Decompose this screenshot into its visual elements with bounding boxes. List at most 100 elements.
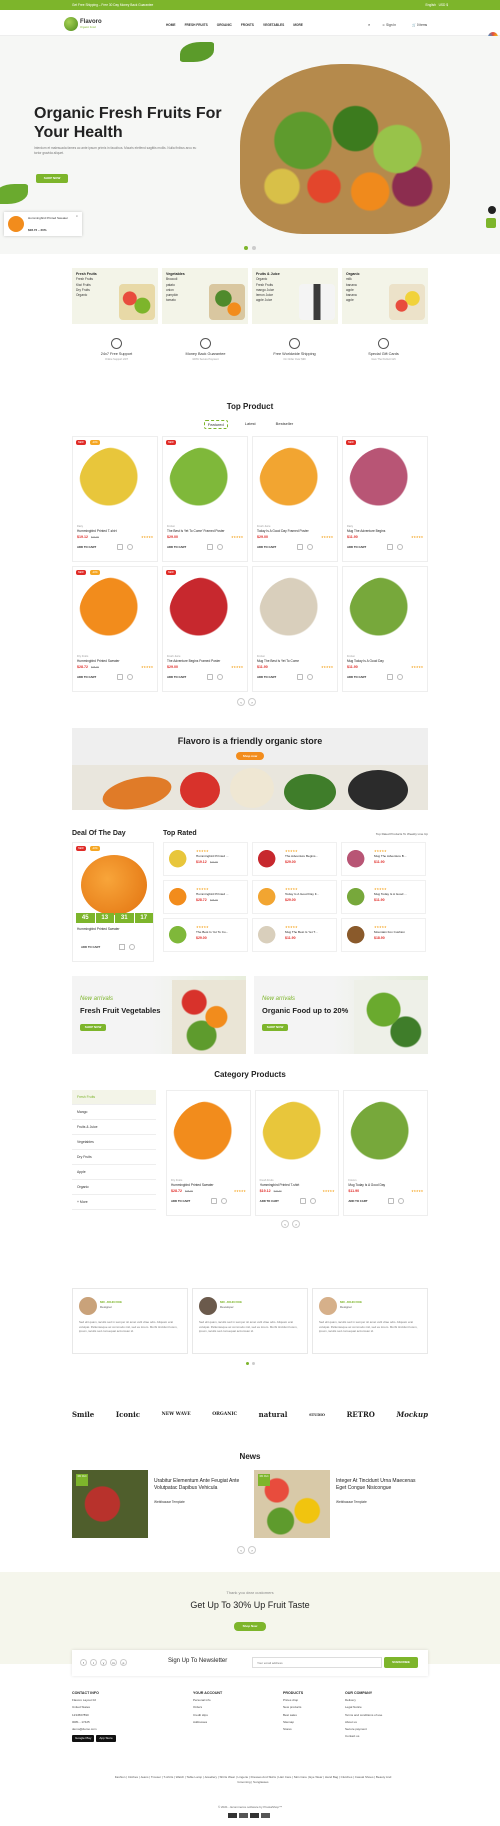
compare-icon[interactable] bbox=[387, 544, 393, 550]
product-name[interactable]: Mug Today Is A Good ... bbox=[374, 892, 407, 896]
add-to-cart-button[interactable]: ADD TO CART bbox=[347, 545, 366, 549]
compare-icon[interactable] bbox=[207, 544, 213, 550]
product-name[interactable]: Mug Today Is A Good Day bbox=[348, 1183, 428, 1187]
footer-link[interactable]: Secure payment bbox=[345, 1726, 382, 1733]
product-image[interactable] bbox=[166, 847, 192, 873]
product-image[interactable] bbox=[79, 577, 153, 651]
pinterest-icon[interactable]: p bbox=[120, 1659, 127, 1666]
compare-icon[interactable] bbox=[211, 1198, 217, 1204]
tab-bestseller[interactable]: Bestseller bbox=[273, 420, 297, 429]
product-image[interactable] bbox=[169, 447, 243, 521]
logo-icon[interactable] bbox=[64, 17, 78, 31]
product-name[interactable]: Hummingbird Printed ... bbox=[196, 892, 229, 896]
product-image[interactable] bbox=[261, 1101, 336, 1175]
deal-product-name[interactable]: Hummingbird Printed Sweater bbox=[77, 927, 120, 931]
category-box-vegetables[interactable]: Vegetables Broccoli patato onion pumpkin tom… bbox=[162, 268, 248, 324]
brand-logo[interactable]: Mockup bbox=[396, 1410, 428, 1419]
next-arrow-icon[interactable]: › bbox=[248, 1546, 256, 1554]
nav-fronts[interactable]: FRONTS bbox=[241, 23, 254, 27]
promo-fresh-fruit[interactable]: New arrivals Fresh Fruit Vegetables SHOP… bbox=[72, 976, 246, 1054]
category-sidebar-item[interactable]: Vegetables bbox=[72, 1135, 156, 1150]
product-image[interactable] bbox=[255, 885, 281, 911]
category-box-fresh-fruits[interactable]: Fresh Fruits Fresh Fruits Kiwi Fruits Dry … bbox=[72, 268, 158, 324]
brand-logo[interactable]: NEW WAVE bbox=[162, 1412, 191, 1417]
next-arrow-icon[interactable]: › bbox=[292, 1220, 300, 1228]
nav-more[interactable]: MORE bbox=[293, 23, 303, 27]
tab-latest[interactable]: Latest bbox=[242, 420, 259, 429]
facebook-icon[interactable]: f bbox=[80, 1659, 87, 1666]
news-headline[interactable]: Integer At Tincidunt Urna Maecenas Eget … bbox=[336, 1478, 426, 1491]
add-to-cart-button[interactable]: ADD TO CART bbox=[348, 1199, 367, 1203]
product-card[interactable]: Frozen Mug Today Is A Good Day $11.90 ★★★★★… bbox=[343, 1090, 429, 1216]
brand-logo[interactable]: Smile bbox=[72, 1410, 94, 1419]
quick-view-icon[interactable] bbox=[307, 674, 313, 680]
product-image[interactable] bbox=[344, 923, 370, 949]
footer-link[interactable]: Stores bbox=[283, 1726, 303, 1733]
footer-tag-links[interactable]: Fashion | Clothes | Jeans | Trouser | T-… bbox=[108, 1775, 398, 1785]
product-name[interactable]: Mountain Fox Cushion bbox=[374, 930, 405, 934]
footer-link[interactable]: Contact us bbox=[345, 1733, 382, 1740]
twitter-icon[interactable]: t bbox=[90, 1659, 97, 1666]
product-name[interactable]: Hummingbird Printed T-shirt bbox=[77, 529, 157, 533]
tab-featured[interactable]: Featured bbox=[203, 420, 228, 429]
compare-icon[interactable] bbox=[388, 1198, 395, 1204]
product-card[interactable]: Dry Fruits Hummingbird Printed Sweater $28… bbox=[166, 1090, 251, 1216]
add-to-cart-button[interactable]: ADD TO CART bbox=[257, 545, 276, 549]
app-store-button[interactable]: App Store bbox=[96, 1735, 116, 1743]
compare-icon[interactable] bbox=[207, 674, 213, 680]
top-rated-item[interactable]: ★★★★★ Mug The Best Is Yet T... $11.90 bbox=[252, 918, 337, 952]
logo-text[interactable]: Flavoro bbox=[80, 19, 102, 25]
quick-view-icon[interactable] bbox=[127, 544, 133, 550]
top-rated-item[interactable]: ★★★★★ Mug Today Is A Good ... $11.90 bbox=[341, 880, 426, 914]
slider-dot[interactable] bbox=[252, 246, 256, 250]
product-name[interactable]: The Adventure Begins... bbox=[285, 854, 318, 858]
top-rated-item[interactable]: ★★★★★ Hummingbird Printed ... $19.12 $23.90 bbox=[163, 842, 248, 876]
product-image[interactable] bbox=[79, 447, 153, 521]
add-to-cart-button[interactable]: ADD TO CART bbox=[347, 675, 366, 679]
quick-view-icon[interactable] bbox=[309, 1198, 316, 1204]
nav-home[interactable]: HOME bbox=[166, 23, 176, 27]
product-name[interactable]: The Best Is Yet To Co... bbox=[196, 930, 228, 934]
compare-icon[interactable] bbox=[299, 1198, 306, 1204]
category-box-fruits-juice[interactable]: Fruits & Juice Organic Fresh Fruits mango … bbox=[252, 268, 338, 324]
product-card[interactable]: Fresh Juice Today Is A Good Day Framed Po… bbox=[252, 436, 338, 562]
product-name[interactable]: Hummingbird Printed T-shirt bbox=[260, 1183, 340, 1187]
product-card[interactable]: NEW -20% Dry Fruits Hummingbird Printed Swe… bbox=[72, 566, 158, 692]
product-card[interactable]: Fresh Fruits Hummingbird Printed T-shirt $… bbox=[254, 1090, 340, 1216]
top-rated-item[interactable]: ★★★★★ Hummingbird Printed ... $28.72 $35.90 bbox=[163, 880, 248, 914]
quick-view-icon[interactable] bbox=[307, 544, 313, 550]
product-image[interactable] bbox=[259, 577, 333, 651]
quick-view-icon[interactable] bbox=[217, 674, 223, 680]
prev-arrow-icon[interactable]: ‹ bbox=[281, 1220, 289, 1228]
product-image[interactable] bbox=[349, 447, 423, 521]
category-sidebar-item[interactable]: Organic bbox=[72, 1180, 156, 1195]
quick-view-icon[interactable] bbox=[398, 1198, 405, 1204]
prev-arrow-icon[interactable]: ‹ bbox=[237, 698, 245, 706]
quick-view-icon[interactable] bbox=[127, 674, 133, 680]
product-image[interactable] bbox=[259, 447, 333, 521]
signin-link[interactable]: ☺ Sign In bbox=[382, 23, 396, 27]
product-image[interactable] bbox=[166, 885, 192, 911]
quick-view-icon[interactable] bbox=[397, 544, 403, 550]
newsletter-email-input[interactable] bbox=[252, 1657, 382, 1668]
news-card[interactable]: 06 Oct Urabitur Elementum Ante Feugiat A… bbox=[72, 1470, 246, 1538]
product-card[interactable]: Frozen Mug Today Is A Good Day $11.90 ★★★★★… bbox=[342, 566, 428, 692]
subscribe-button[interactable]: SUBSCRIBE bbox=[384, 1657, 418, 1668]
add-to-cart-button[interactable]: ADD TO CART bbox=[167, 545, 186, 549]
top-rated-item[interactable]: ★★★★★ Today Is A Good Day F... $29.00 bbox=[252, 880, 337, 914]
youtube-icon[interactable]: y bbox=[100, 1659, 107, 1666]
product-name[interactable]: Hummingbird Printed Sweater bbox=[77, 659, 157, 663]
add-to-cart-button[interactable]: ADD TO CART bbox=[167, 675, 186, 679]
product-card[interactable]: NEW -20% Dairy Hummingbird Printed T-shirt $… bbox=[72, 436, 158, 562]
product-name[interactable]: Hummingbird Printed Sweater bbox=[171, 1183, 251, 1187]
add-to-cart-button[interactable]: ADD TO CART bbox=[77, 545, 96, 549]
footer-link[interactable]: New products bbox=[283, 1704, 303, 1711]
store-shop-button[interactable]: Shop now bbox=[236, 752, 264, 760]
brand-logo[interactable]: natural bbox=[259, 1410, 288, 1419]
brand-logo[interactable]: Iconic bbox=[116, 1410, 140, 1419]
footer-link[interactable]: Orders bbox=[193, 1704, 222, 1711]
compare-icon[interactable] bbox=[387, 674, 393, 680]
testimonial-dot-active[interactable] bbox=[246, 1362, 249, 1365]
language-select[interactable]: English bbox=[425, 3, 435, 7]
footer-link[interactable]: Addresses bbox=[193, 1719, 222, 1726]
